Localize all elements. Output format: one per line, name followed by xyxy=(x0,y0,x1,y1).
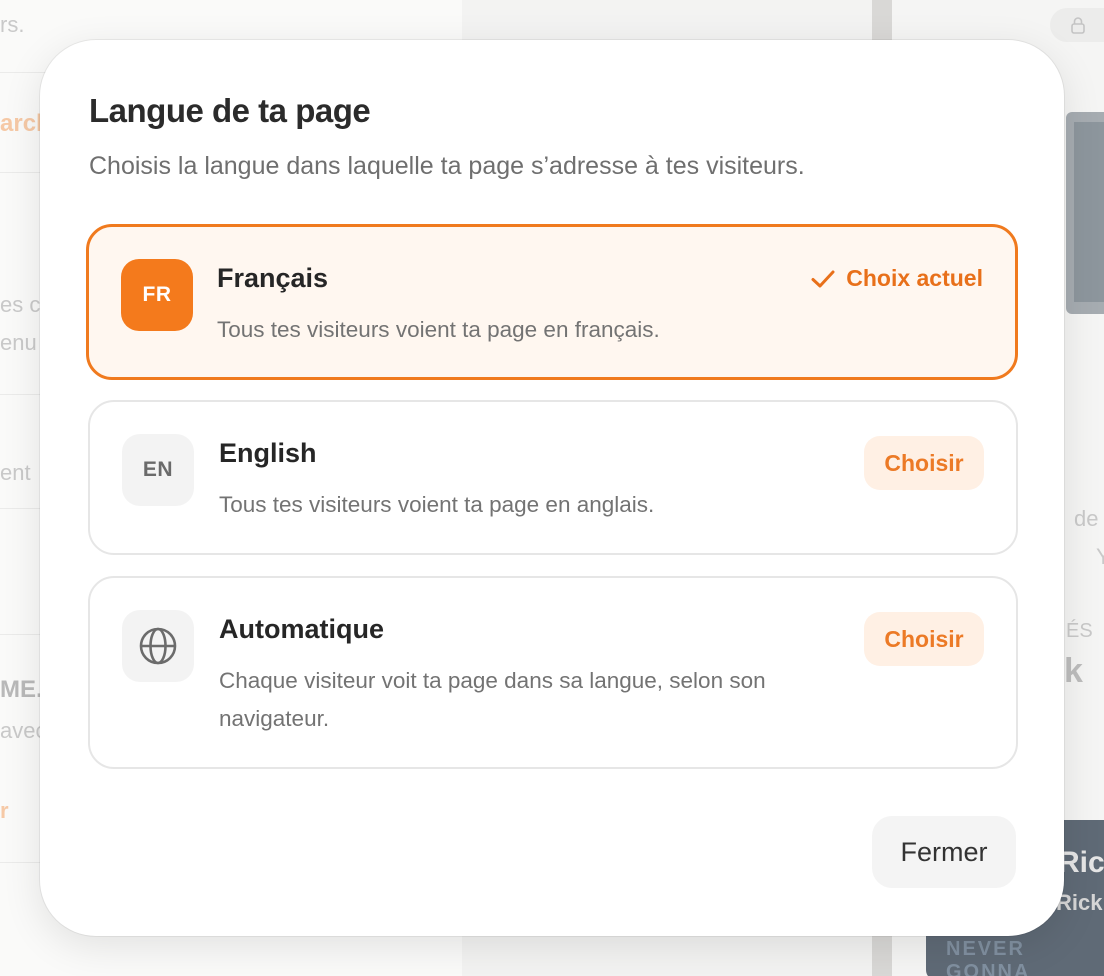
close-button[interactable]: Fermer xyxy=(872,816,1016,888)
language-description: Chaque visiteur voit ta page dans sa lan… xyxy=(219,668,766,731)
language-option-english[interactable]: EN English Tous tes visiteurs voient ta … xyxy=(88,400,1018,555)
choose-automatic-button[interactable]: Choisir xyxy=(864,612,984,666)
language-name: Français xyxy=(217,263,329,293)
language-code-badge: FR xyxy=(121,259,193,331)
background-text: enu xyxy=(0,330,37,355)
lock-icon xyxy=(1071,17,1085,34)
background-text: Ric xyxy=(1058,846,1104,879)
background-text: de xyxy=(1074,506,1099,531)
check-icon xyxy=(811,270,835,287)
background-text: ent xyxy=(0,460,31,485)
background-text: ÉS xyxy=(1066,620,1093,642)
language-name: English xyxy=(219,438,317,468)
language-description: Tous tes visiteurs voient ta page en fra… xyxy=(217,317,660,342)
language-name: Automatique xyxy=(219,614,384,644)
background-text: Y xyxy=(1096,544,1104,569)
language-option-automatic[interactable]: Automatique Chaque visiteur voit ta page… xyxy=(88,576,1018,769)
language-description: Tous tes visiteurs voient ta page en ang… xyxy=(219,492,655,517)
background-text: rs. xyxy=(0,12,25,37)
current-choice-label: Choix actuel xyxy=(846,265,983,291)
background-text: es c xyxy=(0,292,41,317)
language-icon-badge xyxy=(122,610,194,682)
background-thumbnail xyxy=(1066,112,1104,314)
modal-title: Langue de ta page xyxy=(89,92,371,129)
globe-icon xyxy=(139,627,177,665)
background-text: ME. xyxy=(0,676,43,703)
modal-subtitle: Choisis la langue dans laquelle ta page … xyxy=(89,152,805,180)
language-option-french[interactable]: FR Français Tous tes visiteurs voient ta… xyxy=(86,224,1018,380)
background-text: Rick xyxy=(1056,890,1103,915)
background-text: k xyxy=(1064,652,1083,690)
background-text: r xyxy=(0,798,9,823)
language-modal: Langue de ta page Choisis la langue dans… xyxy=(40,40,1064,936)
language-code-badge: EN xyxy=(122,434,194,506)
choose-english-button[interactable]: Choisir xyxy=(864,436,984,490)
background-text: NEVER GONNA xyxy=(946,938,1031,976)
current-choice-indicator: Choix actuel xyxy=(810,265,983,292)
